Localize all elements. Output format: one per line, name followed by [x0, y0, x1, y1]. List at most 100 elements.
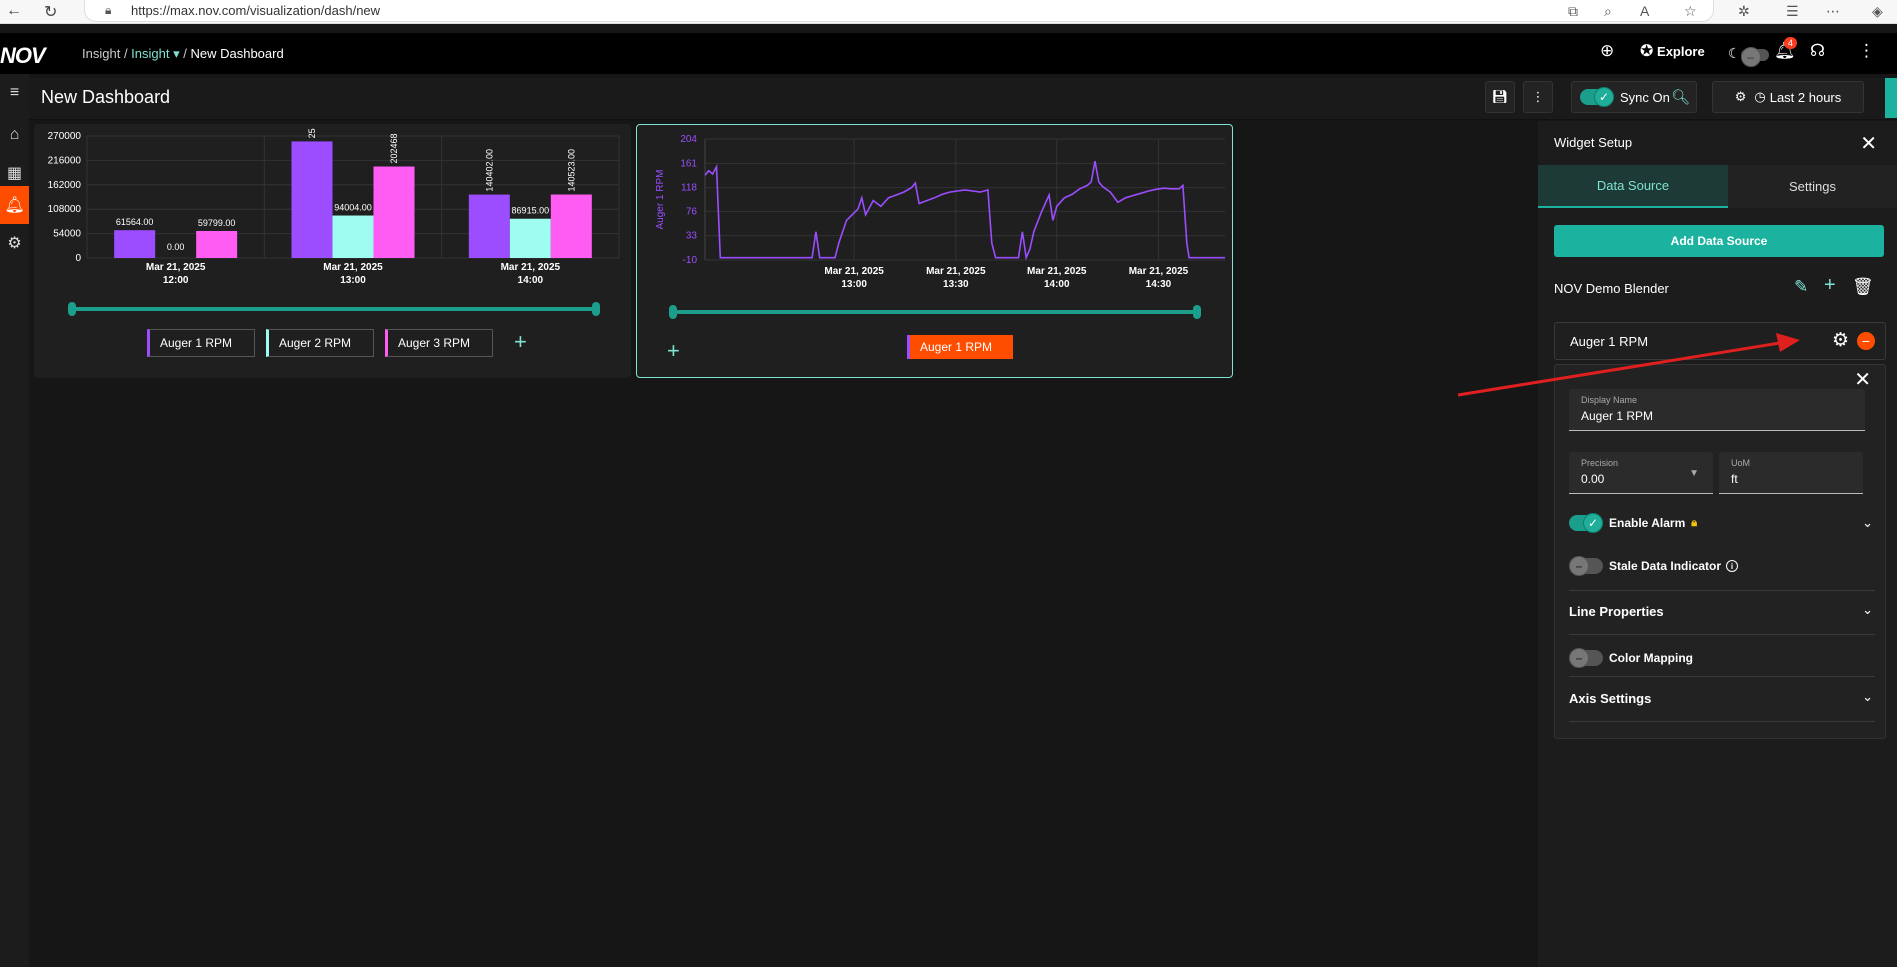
- sync-toggle[interactable]: Sync On 🔍︎: [1571, 81, 1697, 113]
- line-properties-section[interactable]: Line Properties: [1569, 604, 1664, 619]
- axis-settings-section[interactable]: Axis Settings: [1569, 691, 1651, 706]
- edit-icon[interactable]: ✎: [1794, 277, 1808, 297]
- widget-setup-panel: Widget Setup ✕ Data Source Settings Add …: [1538, 121, 1897, 967]
- nov-logo[interactable]: NOV: [0, 43, 46, 69]
- tab-data-source[interactable]: Data Source: [1538, 165, 1728, 208]
- y-tick-label: -10: [683, 255, 698, 266]
- bar: [550, 194, 592, 258]
- lock-icon: 🔒︎: [1691, 516, 1698, 529]
- data-label: 59799.00: [198, 218, 236, 228]
- notification-badge: 4: [1784, 37, 1798, 49]
- reload-icon[interactable]: ↻: [44, 2, 57, 22]
- uom-field[interactable]: UoM ft: [1719, 452, 1863, 494]
- legend-chip-auger-3[interactable]: Auger 3 RPM: [385, 329, 493, 357]
- y-tick-label: 270000: [48, 131, 82, 142]
- add-icon[interactable]: +: [1824, 274, 1836, 297]
- display-name-field[interactable]: Display Name Auger 1 RPM: [1569, 389, 1865, 431]
- page-title: New Dashboard: [41, 87, 171, 107]
- x-tick-label: 13:00: [841, 279, 867, 290]
- chevron-down-icon[interactable]: ⌄: [1862, 689, 1873, 705]
- open-in-app-icon[interactable]: ⧉: [1568, 3, 1578, 20]
- data-source-name: NOV Demo Blender: [1554, 281, 1669, 296]
- time-range-slider[interactable]: [68, 302, 600, 316]
- extensions-icon[interactable]: ✲: [1738, 3, 1750, 20]
- bar: [373, 166, 415, 258]
- zoom-icon[interactable]: ⌕: [1604, 3, 1612, 20]
- y-tick-label: 54000: [53, 229, 81, 240]
- browser-menu-icon[interactable]: ⋯: [1826, 3, 1840, 20]
- breadcrumb-root[interactable]: Insight: [82, 46, 120, 61]
- y-tick-label: 216000: [48, 155, 82, 166]
- theme-toggle[interactable]: ☾: [1728, 45, 1769, 67]
- x-tick-label: 14:30: [1146, 279, 1172, 290]
- breadcrumb-current: New Dashboard: [190, 46, 284, 61]
- y-tick-label: 204: [680, 134, 697, 145]
- chevron-down-icon[interactable]: ⌄: [1862, 602, 1873, 618]
- series-settings-gear-icon[interactable]: ⚙: [1832, 329, 1849, 352]
- more-options-button[interactable]: ⋮: [1523, 81, 1553, 113]
- left-sidebar: ≡ ⌂ ▦ 🔔︎ ⚙: [0, 74, 29, 967]
- time-range-button[interactable]: ⚙ ◷ Last 2 hours: [1712, 81, 1864, 113]
- back-icon[interactable]: ←: [6, 2, 22, 20]
- favorites-list-icon[interactable]: ☰: [1786, 3, 1799, 20]
- add-series-icon-2[interactable]: +: [667, 338, 680, 364]
- sync-switch[interactable]: [1580, 87, 1614, 107]
- x-tick-label: 13:00: [340, 275, 366, 286]
- gear-icon: ⚙: [1734, 89, 1747, 104]
- dashboard-toolbar: New Dashboard 💾︎ ⋮ Sync On 🔍︎ ⚙ ◷ Last 2…: [29, 78, 1897, 120]
- legend-chip-auger-1[interactable]: Auger 1 RPM: [147, 329, 255, 357]
- download-icon[interactable]: ⊕: [1600, 41, 1614, 61]
- x-tick-label: 14:00: [518, 275, 544, 286]
- breadcrumb-section[interactable]: Insight ▾: [131, 46, 179, 61]
- time-range-slider-2[interactable]: [669, 305, 1201, 319]
- remove-series-icon[interactable]: −: [1857, 332, 1875, 350]
- save-button[interactable]: 💾︎: [1485, 81, 1515, 113]
- y-tick-label: 162000: [48, 180, 82, 191]
- trash-icon[interactable]: 🗑︎: [1852, 277, 1874, 297]
- favorite-icon[interactable]: ☆: [1684, 3, 1697, 20]
- read-aloud-icon[interactable]: A: [1640, 3, 1649, 19]
- x-tick-label: Mar 21, 2025: [1129, 266, 1189, 277]
- url-text: https://max.nov.com/visualization/dash/n…: [131, 3, 381, 18]
- clock-icon: ◷: [1754, 89, 1766, 104]
- info-icon[interactable]: i: [1726, 560, 1739, 572]
- app-header: NOV Insight / Insight ▾ / New Dashboard …: [0, 33, 1897, 74]
- zoom-search-icon[interactable]: 🔍︎: [1671, 88, 1690, 106]
- tab-settings[interactable]: Settings: [1728, 165, 1897, 208]
- legend-chip-line-auger-1[interactable]: Auger 1 RPM: [907, 335, 1013, 359]
- setup-tabs: Data Source Settings: [1538, 165, 1897, 208]
- close-icon[interactable]: ✕: [1860, 131, 1877, 156]
- add-data-source-button[interactable]: Add Data Source: [1554, 225, 1884, 257]
- y-tick-label: 118: [681, 183, 697, 194]
- stale-data-row: Stale Data Indicator i: [1569, 556, 1739, 576]
- explore-button[interactable]: ✪ Explore: [1640, 41, 1705, 61]
- support-icon[interactable]: ☊: [1810, 41, 1825, 61]
- moon-icon: ☾: [1728, 45, 1741, 61]
- enable-alarm-switch[interactable]: [1569, 513, 1603, 533]
- app-menu-icon[interactable]: ⋮: [1858, 41, 1875, 61]
- color-mapping-row: Color Mapping: [1569, 648, 1693, 668]
- color-mapping-switch[interactable]: [1569, 648, 1603, 668]
- data-label: 25: [307, 128, 317, 138]
- legend-chip-auger-2[interactable]: Auger 2 RPM: [266, 329, 374, 357]
- add-series-icon[interactable]: +: [514, 329, 527, 355]
- stale-data-switch[interactable]: [1569, 556, 1603, 576]
- settings-gear-icon[interactable]: ⚙: [0, 224, 29, 262]
- line-chart-widget[interactable]: 204 161 118 76 33 -10 Mar 21, 2025 13:00 Mar 21,…: [636, 124, 1233, 378]
- bar-chart-widget[interactable]: 270000 216000 162000 108000 54000 0 61564.00 0.…: [34, 124, 631, 378]
- bar: [291, 141, 333, 258]
- copilot-icon[interactable]: ◈: [1872, 3, 1883, 20]
- add-widget-button[interactable]: ▣: [1885, 78, 1897, 118]
- x-tick-label: Mar 21, 2025: [824, 266, 884, 277]
- sidebar-collapse-icon[interactable]: ≡: [0, 74, 29, 112]
- alarm-bell-icon[interactable]: 🔔︎: [0, 186, 29, 224]
- precision-select[interactable]: Precision 0.00 ▼: [1569, 452, 1713, 494]
- x-tick-label: 14:00: [1044, 279, 1070, 290]
- chevron-down-icon[interactable]: ⌄: [1862, 515, 1873, 531]
- y-tick-label: 76: [686, 206, 698, 217]
- data-label: 94004.00: [334, 203, 372, 213]
- address-bar[interactable]: 🔒︎ https://max.nov.com/visualization/das…: [84, 0, 1714, 22]
- series-row-auger-1[interactable]: Auger 1 RPM ⚙ −: [1554, 322, 1886, 360]
- compass-icon: ✪: [1640, 43, 1654, 60]
- home-icon[interactable]: ⌂: [0, 116, 29, 154]
